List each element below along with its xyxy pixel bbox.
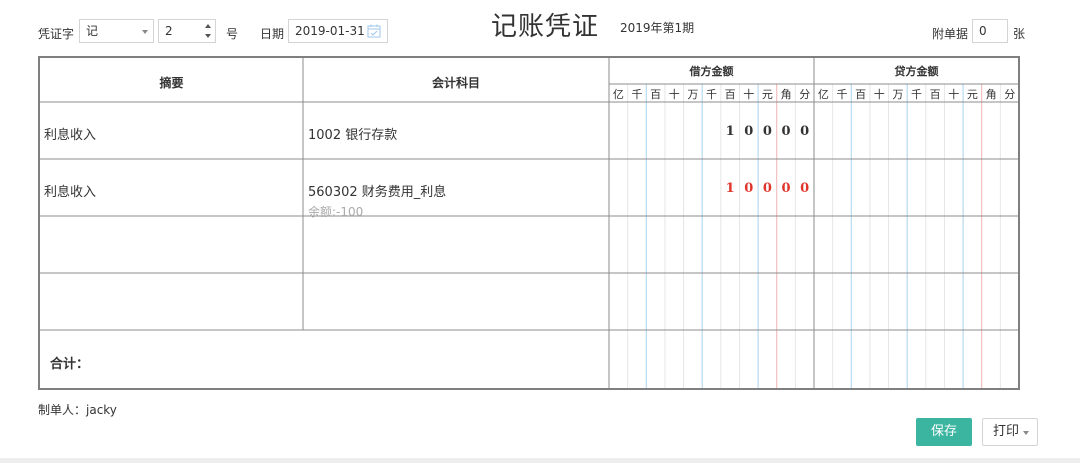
- save-button[interactable]: 保存: [916, 418, 972, 446]
- unit-label: 千: [836, 88, 848, 101]
- unit-label: 元: [966, 88, 978, 101]
- unit-label: 亿: [612, 88, 624, 101]
- number-suffix: 号: [226, 27, 239, 41]
- voucher-word-select[interactable]: 记: [79, 19, 154, 43]
- attachments-unit: 张: [1013, 27, 1026, 41]
- total-label: 合计：: [50, 357, 90, 372]
- unit-label: 角: [780, 88, 792, 101]
- unit-label: 百: [650, 88, 662, 101]
- calendar-icon[interactable]: [367, 24, 381, 38]
- unit-label: 千: [631, 88, 643, 101]
- bottom-bar: [0, 458, 1080, 463]
- unit-label: 十: [873, 88, 885, 101]
- unit-label: 十: [948, 88, 960, 101]
- unit-label: 亿: [817, 88, 829, 101]
- voucher-header: 凭证字 记 2 号 日期 2019-01-31 记账凭证 2019年第1期 附单…: [0, 0, 1080, 56]
- unit-label: 百: [855, 88, 867, 101]
- unit-label: 千: [911, 88, 923, 101]
- maker-label: 制单人：jacky: [38, 403, 117, 417]
- unit-label: 分: [799, 88, 811, 101]
- row1-account[interactable]: 1002 银行存款: [308, 124, 397, 143]
- row2-summary[interactable]: 利息收入: [44, 181, 96, 200]
- amount-digit: 0: [762, 124, 772, 139]
- unit-label: 万: [892, 88, 904, 101]
- row3-account[interactable]: [303, 218, 609, 275]
- voucher-word-label: 凭证字: [38, 27, 75, 41]
- column-header-account: 会计科目: [431, 76, 480, 90]
- decrement-icon[interactable]: [205, 34, 211, 38]
- unit-label: 百: [929, 88, 941, 101]
- unit-label: 角: [985, 88, 997, 101]
- unit-label: 十: [668, 88, 680, 101]
- date-label: 日期: [260, 27, 285, 41]
- row4-account[interactable]: [303, 275, 609, 332]
- row1-summary[interactable]: 利息收入: [44, 124, 96, 143]
- voucher-table: 摘要 会计科目 借方金额 贷方金额 亿千百十万千百十元角分 亿千百十万千百十元角…: [38, 56, 1020, 390]
- unit-label: 百: [724, 88, 736, 101]
- unit-label: 分: [1004, 88, 1016, 101]
- column-header-credit: 贷方金额: [894, 65, 939, 78]
- row4-summary[interactable]: [40, 275, 303, 332]
- unit-label: 元: [761, 88, 773, 101]
- voucher-number-value: 2: [165, 24, 173, 38]
- attachments-value: 0: [979, 24, 987, 38]
- amount-digit: 0: [762, 181, 772, 196]
- amount-digit: 0: [781, 181, 791, 196]
- column-header-debit: 借方金额: [689, 65, 734, 78]
- amount-digit: 0: [781, 124, 791, 139]
- amount-digit: 0: [744, 124, 754, 139]
- amount-digit: 0: [744, 181, 754, 196]
- date-value: 2019-01-31: [295, 24, 365, 38]
- chevron-down-icon: [142, 30, 148, 34]
- attachments-input[interactable]: 0: [972, 19, 1008, 43]
- voucher-number-stepper[interactable]: 2: [158, 19, 216, 43]
- column-header-summary: 摘要: [159, 76, 184, 90]
- print-button-label: 打印: [993, 424, 1020, 439]
- print-button[interactable]: 打印: [982, 418, 1038, 446]
- unit-label: 十: [743, 88, 755, 101]
- amount-digit: 0: [800, 181, 810, 196]
- period-label: 2019年第1期: [620, 21, 695, 35]
- date-input[interactable]: 2019-01-31: [288, 19, 388, 43]
- row3-summary[interactable]: [40, 218, 303, 275]
- amount-digit: 1: [725, 181, 735, 196]
- unit-label: 万: [687, 88, 699, 101]
- chevron-down-icon[interactable]: [1023, 431, 1029, 435]
- row2-account[interactable]: 560302 财务费用_利息: [308, 181, 446, 200]
- voucher-word-value: 记: [86, 24, 99, 38]
- amount-digit: 0: [800, 124, 810, 139]
- page-title: 记账凭证: [491, 12, 600, 42]
- amount-digit: 1: [725, 124, 735, 139]
- increment-icon[interactable]: [205, 24, 211, 28]
- attachments-label: 附单据: [932, 27, 969, 41]
- unit-label: 千: [706, 88, 718, 101]
